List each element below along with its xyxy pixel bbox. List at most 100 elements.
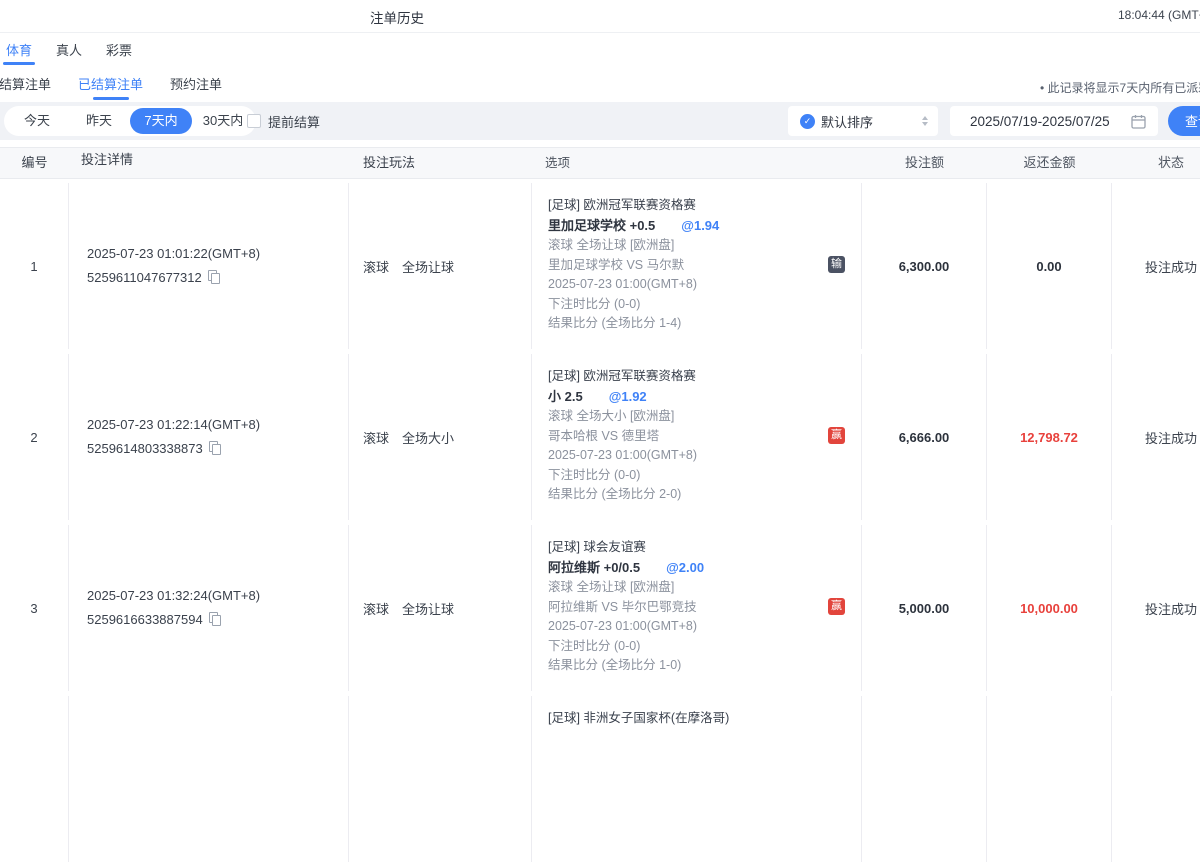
bet-id: 5259614803338873	[87, 441, 203, 456]
play-type-cell: 滚球 全场让球	[349, 525, 532, 691]
copy-icon[interactable]	[209, 441, 222, 455]
option-market: 滚球 全场让球 [欧洲盘]	[548, 578, 861, 598]
header-status: 状态	[1112, 148, 1200, 178]
option-league: [足球] 非洲女子国家杯(在摩洛哥)	[548, 709, 861, 729]
option-result-score: 结果比分 (全场比分 2-0)	[548, 485, 861, 505]
calendar-icon[interactable]	[1131, 114, 1146, 129]
play-type: 滚球	[363, 257, 389, 276]
play-type-cell	[349, 696, 532, 862]
bet-time: 2025-07-23 01:01:22(GMT+8)	[87, 242, 348, 266]
option-cell: [足球] 欧洲冠军联赛资格赛 里加足球学校 +0.5 @1.94 滚球 全场让球 …	[532, 183, 862, 349]
option-result-score: 结果比分 (全场比分 1-4)	[548, 314, 861, 334]
play-market: 全场让球	[402, 599, 454, 618]
bet-detail-cell: 2025-07-23 01:01:22(GMT+8) 5259611047677…	[69, 183, 349, 349]
bet-amount-cell: 5,000.00	[862, 525, 987, 691]
date-range-input[interactable]: 2025/07/19-2025/07/25	[950, 106, 1158, 136]
header-option: 选项	[532, 148, 862, 178]
search-button[interactable]: 查询	[1168, 106, 1200, 136]
option-match: 哥本哈根 VS 德里塔	[548, 427, 861, 447]
tab-lottery[interactable]: 彩票	[106, 42, 132, 59]
option-league: [足球] 欧洲冠军联赛资格赛	[548, 196, 861, 216]
copy-icon[interactable]	[209, 612, 222, 626]
option-match-time: 2025-07-23 01:00(GMT+8)	[548, 446, 861, 466]
sort-selected-value: 默认排序	[821, 112, 922, 131]
option-odds: @2.00	[666, 560, 704, 575]
bet-amount-cell: 6,300.00	[862, 183, 987, 349]
result-badge: 赢	[828, 427, 845, 444]
sub-tabs: 未结算注单 已结算注单 预约注单	[0, 77, 222, 93]
table-header: 编号 投注详情 投注玩法 选项 投注额 返还金额 状态	[0, 147, 1200, 179]
range-today[interactable]: 今天	[6, 108, 68, 134]
option-cell: [足球] 非洲女子国家杯(在摩洛哥)	[532, 696, 862, 862]
subtab-unsettled[interactable]: 未结算注单	[0, 77, 51, 93]
payout-cell: 12,798.72	[987, 354, 1112, 520]
bet-detail-cell	[69, 696, 349, 862]
row-number: 3	[0, 525, 69, 691]
table-row: [足球] 非洲女子国家杯(在摩洛哥)	[0, 696, 1200, 862]
subtab-reserved[interactable]: 预约注单	[170, 77, 222, 93]
option-match-time: 2025-07-23 01:00(GMT+8)	[548, 617, 861, 637]
payout-cell: 0.00	[987, 183, 1112, 349]
bet-history-table: 编号 投注详情 投注玩法 选项 投注额 返还金额 状态 1 2025-07-23…	[0, 147, 1200, 867]
early-settle-label: 提前结算	[268, 112, 320, 131]
filter-bar: 今天 昨天 7天内 30天内 提前结算 ✓ 默认排序 2025/07/19-20…	[0, 102, 1200, 140]
sort-select[interactable]: ✓ 默认排序	[788, 106, 938, 136]
bet-time: 2025-07-23 01:32:24(GMT+8)	[87, 584, 348, 608]
status-cell: 投注成功	[1112, 183, 1200, 349]
option-cell: [足球] 球会友谊赛 阿拉维斯 +0/0.5 @2.00 滚球 全场让球 [欧洲盘…	[532, 525, 862, 691]
date-range-segment: 今天 昨天 7天内 30天内	[4, 106, 256, 136]
bet-detail-cell: 2025-07-23 01:22:14(GMT+8) 5259614803338…	[69, 354, 349, 520]
play-type: 滚球	[363, 428, 389, 447]
bet-detail-cell: 2025-07-23 01:32:24(GMT+8) 5259616633887…	[69, 525, 349, 691]
bet-id: 5259611047677312	[87, 270, 202, 285]
page-title: 注单历史	[370, 7, 424, 27]
range-7days[interactable]: 7天内	[130, 108, 192, 134]
copy-icon[interactable]	[208, 270, 221, 284]
record-notice: • 此记录将显示7天内所有已派彩的	[1040, 79, 1200, 96]
range-30days[interactable]: 30天内	[192, 108, 254, 134]
row-number: 1	[0, 183, 69, 349]
table-body: 1 2025-07-23 01:01:22(GMT+8) 52596110476…	[0, 179, 1200, 862]
status-cell	[1112, 696, 1200, 862]
row-number: 2	[0, 354, 69, 520]
main-tabs: 体育 真人 彩票	[6, 42, 132, 59]
header-payout: 返还金额	[987, 148, 1112, 178]
subtab-settled[interactable]: 已结算注单	[78, 77, 143, 93]
play-type: 滚球	[363, 599, 389, 618]
check-circle-icon: ✓	[800, 114, 815, 129]
table-row: 2 2025-07-23 01:22:14(GMT+8) 52596148033…	[0, 354, 1200, 520]
option-selection: 阿拉维斯 +0/0.5	[548, 560, 640, 575]
status-cell: 投注成功	[1112, 354, 1200, 520]
table-row: 3 2025-07-23 01:32:24(GMT+8) 52596166338…	[0, 525, 1200, 691]
header-no: 编号	[0, 148, 69, 178]
option-league: [足球] 球会友谊赛	[548, 538, 861, 558]
option-match: 阿拉维斯 VS 毕尔巴鄂竞技	[548, 598, 861, 618]
early-settle-checkbox[interactable]	[247, 114, 261, 128]
option-selection: 里加足球学校 +0.5	[548, 218, 655, 233]
payout-cell	[987, 696, 1112, 862]
range-yesterday[interactable]: 昨天	[68, 108, 130, 134]
status-cell: 投注成功	[1112, 525, 1200, 691]
option-result-score: 结果比分 (全场比分 1-0)	[548, 656, 861, 676]
tab-sports[interactable]: 体育	[6, 42, 32, 59]
option-league: [足球] 欧洲冠军联赛资格赛	[548, 367, 861, 387]
tab-live[interactable]: 真人	[56, 42, 82, 59]
result-badge: 输	[828, 256, 845, 273]
option-selection: 小 2.5	[548, 389, 583, 404]
date-range-value: 2025/07/19-2025/07/25	[970, 114, 1131, 129]
option-cell: [足球] 欧洲冠军联赛资格赛 小 2.5@1.92 滚球 全场大小 [欧洲盘] …	[532, 354, 862, 520]
header-amount: 投注额	[862, 148, 987, 178]
option-match: 里加足球学校 VS 马尔默	[548, 256, 861, 276]
play-type-cell: 滚球 全场大小	[349, 354, 532, 520]
row-number	[0, 696, 69, 862]
table-row: 1 2025-07-23 01:01:22(GMT+8) 52596110476…	[0, 183, 1200, 349]
option-bet-score: 下注时比分 (0-0)	[548, 466, 861, 486]
title-bar: 注单历史 18:04:44 (GMT+8)	[0, 0, 1200, 33]
header-detail: 投注详情	[69, 148, 349, 178]
option-odds: @1.94	[681, 218, 719, 233]
play-market: 全场大小	[402, 428, 454, 447]
play-market: 全场让球	[402, 257, 454, 276]
header-play: 投注玩法	[349, 148, 532, 178]
option-market: 滚球 全场让球 [欧洲盘]	[548, 236, 861, 256]
option-odds: @1.92	[609, 389, 647, 404]
